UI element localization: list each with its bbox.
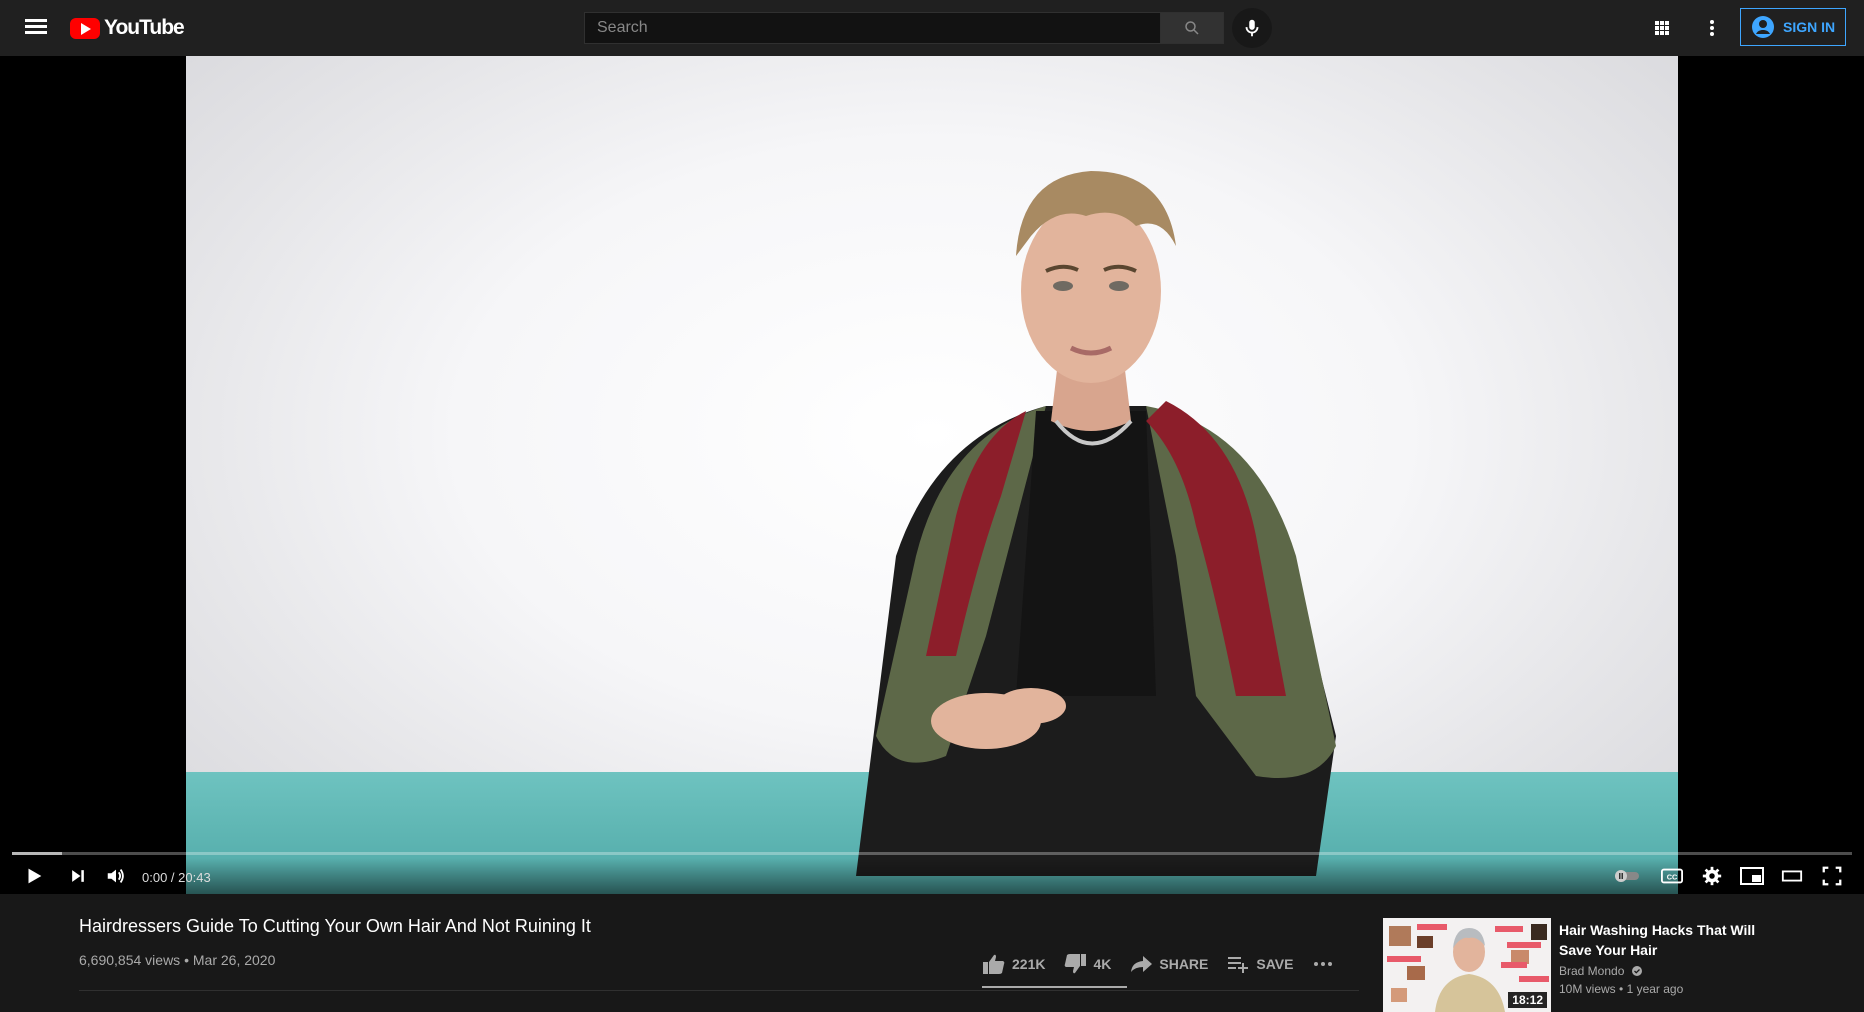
video-actions: 221K 4K SHARE SAVE (982, 948, 1359, 980)
microphone-icon (1245, 19, 1259, 37)
closed-captions-icon: CC (1661, 868, 1683, 884)
video-player[interactable]: 0:00 / 20:43 CC (0, 56, 1864, 894)
autoplay-toggle-icon (1615, 870, 1639, 882)
upload-date: Mar 26, 2020 (192, 952, 276, 968)
theater-mode-button[interactable] (1778, 864, 1806, 888)
more-horizontal-icon (1314, 962, 1333, 966)
video-thumbnail[interactable]: 18:12 (1383, 918, 1551, 1012)
play-button[interactable] (20, 864, 48, 888)
video-person-illustration (856, 171, 1336, 876)
search-button[interactable] (1160, 12, 1224, 44)
subtitles-button[interactable]: CC (1658, 864, 1686, 888)
top-bar: YouTube SIGN IN (0, 0, 1864, 56)
save-button[interactable]: SAVE (1226, 954, 1293, 974)
theater-mode-icon (1781, 870, 1803, 882)
apps-grid-icon[interactable] (1650, 16, 1674, 40)
play-icon (28, 868, 42, 884)
share-label: SHARE (1159, 956, 1209, 972)
autoplay-toggle[interactable] (1612, 864, 1642, 888)
thumbs-up-icon (983, 954, 1005, 974)
playlist-add-icon (1228, 957, 1249, 973)
gear-icon (1702, 866, 1722, 886)
verified-badge-icon (1631, 966, 1642, 976)
svg-text:CC: CC (1667, 873, 1678, 882)
save-label: SAVE (1256, 956, 1294, 972)
miniplayer-icon (1740, 867, 1764, 885)
recommended-meta: 10M views • 1 year ago (1559, 982, 1683, 996)
voice-search-button[interactable] (1232, 8, 1272, 48)
search-bar (584, 12, 1224, 44)
next-button[interactable] (64, 864, 92, 888)
like-button[interactable]: 221K (982, 953, 1045, 975)
search-icon (1185, 21, 1199, 35)
share-icon (1131, 956, 1153, 972)
logo-text: YouTube (104, 16, 185, 39)
more-options-icon[interactable] (1700, 16, 1724, 40)
recommended-age: 1 year ago (1626, 982, 1684, 996)
share-button[interactable]: SHARE (1129, 954, 1208, 974)
video-meta: 6,690,854 views • Mar 26, 2020 (79, 952, 275, 968)
more-actions-button[interactable] (1311, 954, 1341, 974)
time-current: 0:00 (142, 870, 168, 885)
fullscreen-icon (1822, 866, 1842, 886)
volume-icon (107, 869, 124, 883)
search-input[interactable] (584, 12, 1160, 44)
sign-in-label: SIGN IN (1783, 19, 1836, 35)
dislike-count: 4K (1093, 956, 1112, 972)
hamburger-menu-icon[interactable] (22, 16, 50, 40)
video-title: Hairdressers Guide To Cutting Your Own H… (79, 916, 591, 936)
youtube-logo[interactable]: YouTube (70, 15, 185, 41)
recommended-meta-separator: • (1615, 982, 1627, 996)
video-frame[interactable] (186, 56, 1678, 894)
time-total: 20:43 (178, 870, 211, 885)
youtube-play-logo-icon (70, 17, 100, 39)
meta-separator: • (180, 952, 193, 968)
volume-button[interactable] (102, 864, 130, 888)
info-divider (79, 990, 1359, 991)
recommended-views: 10M views (1559, 982, 1616, 996)
like-ratio-bar (982, 986, 1127, 988)
settings-button[interactable] (1698, 864, 1726, 888)
sign-in-button[interactable]: SIGN IN (1740, 8, 1846, 46)
recommended-channel[interactable]: Brad Mondo (1559, 964, 1643, 978)
fullscreen-button[interactable] (1818, 864, 1846, 888)
progress-bar[interactable] (12, 852, 1852, 855)
video-duration: 18:12 (1508, 992, 1547, 1008)
player-controls: 0:00 / 20:43 CC (0, 858, 1864, 894)
time-separator: / (167, 870, 179, 885)
time-display: 0:00 / 20:43 (142, 870, 211, 885)
dislike-button[interactable]: 4K (1063, 953, 1111, 975)
skip-next-icon (72, 870, 84, 882)
progress-bar-fill (12, 852, 62, 855)
thumbs-down-icon (1065, 954, 1087, 974)
recommended-title[interactable]: Hair Washing Hacks That Will Save Your H… (1559, 920, 1759, 960)
account-icon (1752, 16, 1774, 38)
channel-name: Brad Mondo (1559, 964, 1625, 978)
view-count: 6,690,854 views (79, 952, 181, 968)
miniplayer-button[interactable] (1738, 864, 1766, 888)
recommended-video[interactable]: 18:12 Hair Washing Hacks That Will Save … (1383, 918, 1843, 1012)
like-count: 221K (1012, 956, 1046, 972)
